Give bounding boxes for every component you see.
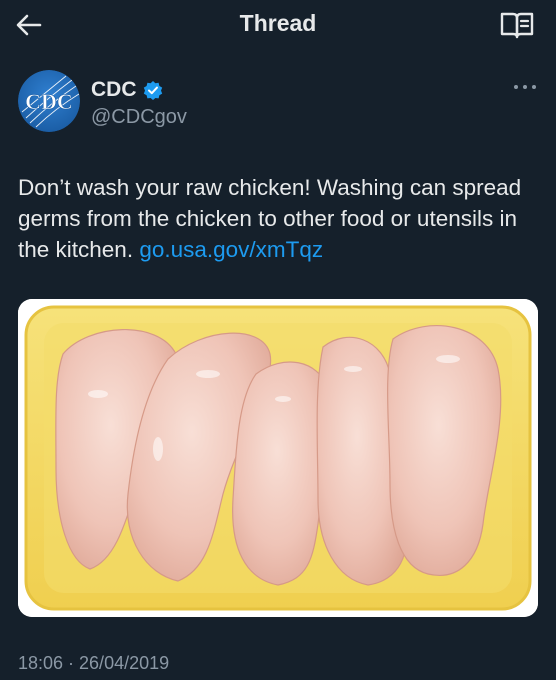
- thread-header: Thread: [0, 0, 556, 50]
- avatar-text: CDC: [25, 89, 73, 114]
- cdc-logo: CDC: [18, 70, 80, 132]
- avatar[interactable]: CDC: [18, 70, 80, 132]
- author-handle[interactable]: @CDCgov: [91, 106, 187, 129]
- more-options-button[interactable]: [512, 80, 538, 92]
- open-book-icon: [500, 12, 534, 39]
- author-name-text: CDC: [91, 78, 137, 101]
- page-title: Thread: [239, 10, 317, 36]
- tweet-image[interactable]: [18, 299, 538, 617]
- more-horizontal-icon: [514, 85, 536, 89]
- reader-mode-button[interactable]: [500, 11, 534, 39]
- tweet-text: Don’t wash your raw chicken! Washing can…: [18, 172, 543, 265]
- verified-badge-icon: [143, 81, 162, 100]
- author-name[interactable]: CDC: [91, 78, 163, 102]
- tweet-timestamp[interactable]: 18:06 · 26/04/2019: [18, 653, 169, 674]
- chicken-tray-image: [18, 299, 538, 617]
- tweet-author: CDC CDC @CDCgov: [18, 68, 538, 138]
- tweet-link[interactable]: go.usa.gov/xmTqz: [139, 237, 323, 262]
